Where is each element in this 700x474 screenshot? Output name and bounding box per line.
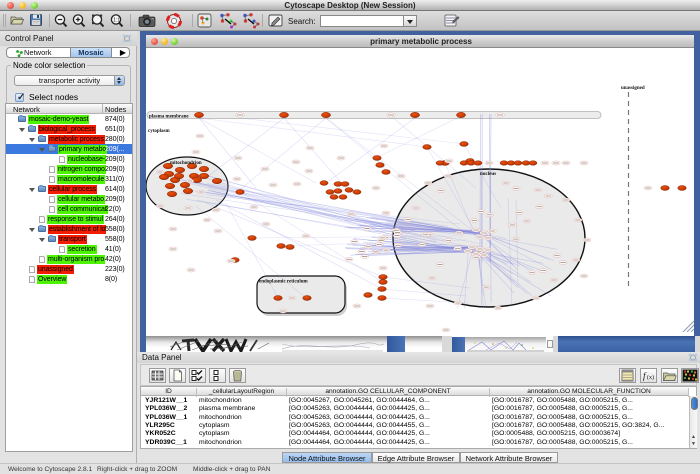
svg-text:mitochondrion: mitochondrion bbox=[170, 161, 202, 166]
svg-text:1:1: 1:1 bbox=[113, 18, 120, 24]
svg-text:unassigned: unassigned bbox=[621, 86, 645, 91]
svg-text:endoplasmic reticulum: endoplasmic reticulum bbox=[259, 280, 308, 285]
svg-text:(x): (x) bbox=[647, 374, 654, 381]
svg-text:cytoplasm: cytoplasm bbox=[148, 129, 171, 134]
svg-text:plasma membrane: plasma membrane bbox=[149, 115, 189, 120]
svg-text:nucleus: nucleus bbox=[480, 172, 496, 177]
